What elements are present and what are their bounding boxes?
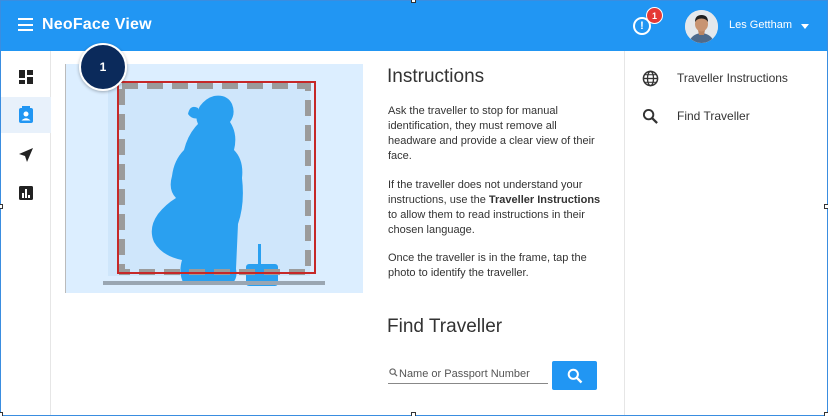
resize-handle-bottom-left[interactable] — [0, 412, 3, 416]
paragraph-2-end: to allow them to read instructions in th… — [388, 209, 585, 236]
hamburger-menu-icon[interactable] — [18, 18, 33, 31]
user-name[interactable]: Les Gettham — [729, 19, 792, 31]
photo-shadow — [103, 281, 325, 285]
step-number-badge: 1 — [79, 43, 127, 91]
resize-handle-top[interactable] — [411, 0, 416, 3]
instructions-paragraph-1: Ask the traveller to stop for manual ide… — [388, 105, 595, 162]
find-traveller-link[interactable]: Find Traveller — [625, 103, 828, 129]
traveller-instructions-link[interactable]: Traveller Instructions — [625, 65, 828, 91]
instructions-paragraph-3: Once the traveller is in the frame, tap … — [388, 252, 587, 279]
resize-handle-bottom-right[interactable] — [824, 412, 828, 416]
traveller-instructions-emphasis: Traveller Instructions — [488, 194, 601, 206]
alert-count-badge: 1 — [646, 7, 663, 24]
traveller-search-field — [388, 364, 548, 384]
search-field-icon — [389, 368, 398, 377]
user-menu-caret-icon[interactable] — [801, 24, 809, 29]
traveller-instructions-label: Traveller Instructions — [677, 71, 788, 85]
alerts-button[interactable]: ! 1 — [633, 7, 663, 37]
left-nav-rail — [1, 51, 51, 415]
rail-item-reports[interactable] — [1, 175, 51, 211]
rail-item-dashboard[interactable] — [1, 59, 51, 95]
app-bar: NeoFace View ! 1 Les Gettham — [1, 1, 827, 51]
bar-chart-icon — [19, 186, 33, 200]
resize-handle-bottom[interactable] — [411, 412, 416, 416]
search-button[interactable] — [552, 361, 597, 390]
instructions-paragraph-2: If the traveller does not understand you… — [388, 178, 608, 238]
actions-panel: Traveller Instructions Find Traveller — [624, 51, 827, 415]
globe-icon — [642, 70, 659, 87]
user-avatar[interactable] — [685, 10, 718, 43]
navigation-arrow-icon — [19, 148, 33, 162]
instructions-heading: Instructions — [387, 66, 485, 87]
resize-handle-right[interactable] — [824, 204, 828, 209]
avatar-portrait — [685, 10, 718, 43]
traveller-silhouette-image — [108, 81, 316, 286]
search-icon — [567, 368, 583, 384]
contact-card-icon — [19, 106, 33, 123]
resize-handle-left[interactable] — [0, 204, 3, 209]
search-icon — [642, 108, 658, 124]
find-traveller-heading: Find Traveller — [387, 316, 503, 337]
traveller-search-input[interactable] — [399, 367, 547, 381]
find-traveller-label: Find Traveller — [677, 109, 750, 123]
rail-item-navigate[interactable] — [1, 137, 51, 173]
app-title: NeoFace View — [42, 16, 152, 33]
camera-photo[interactable] — [65, 64, 363, 293]
dashboard-icon — [19, 70, 33, 84]
rail-item-traveller[interactable] — [1, 97, 51, 133]
